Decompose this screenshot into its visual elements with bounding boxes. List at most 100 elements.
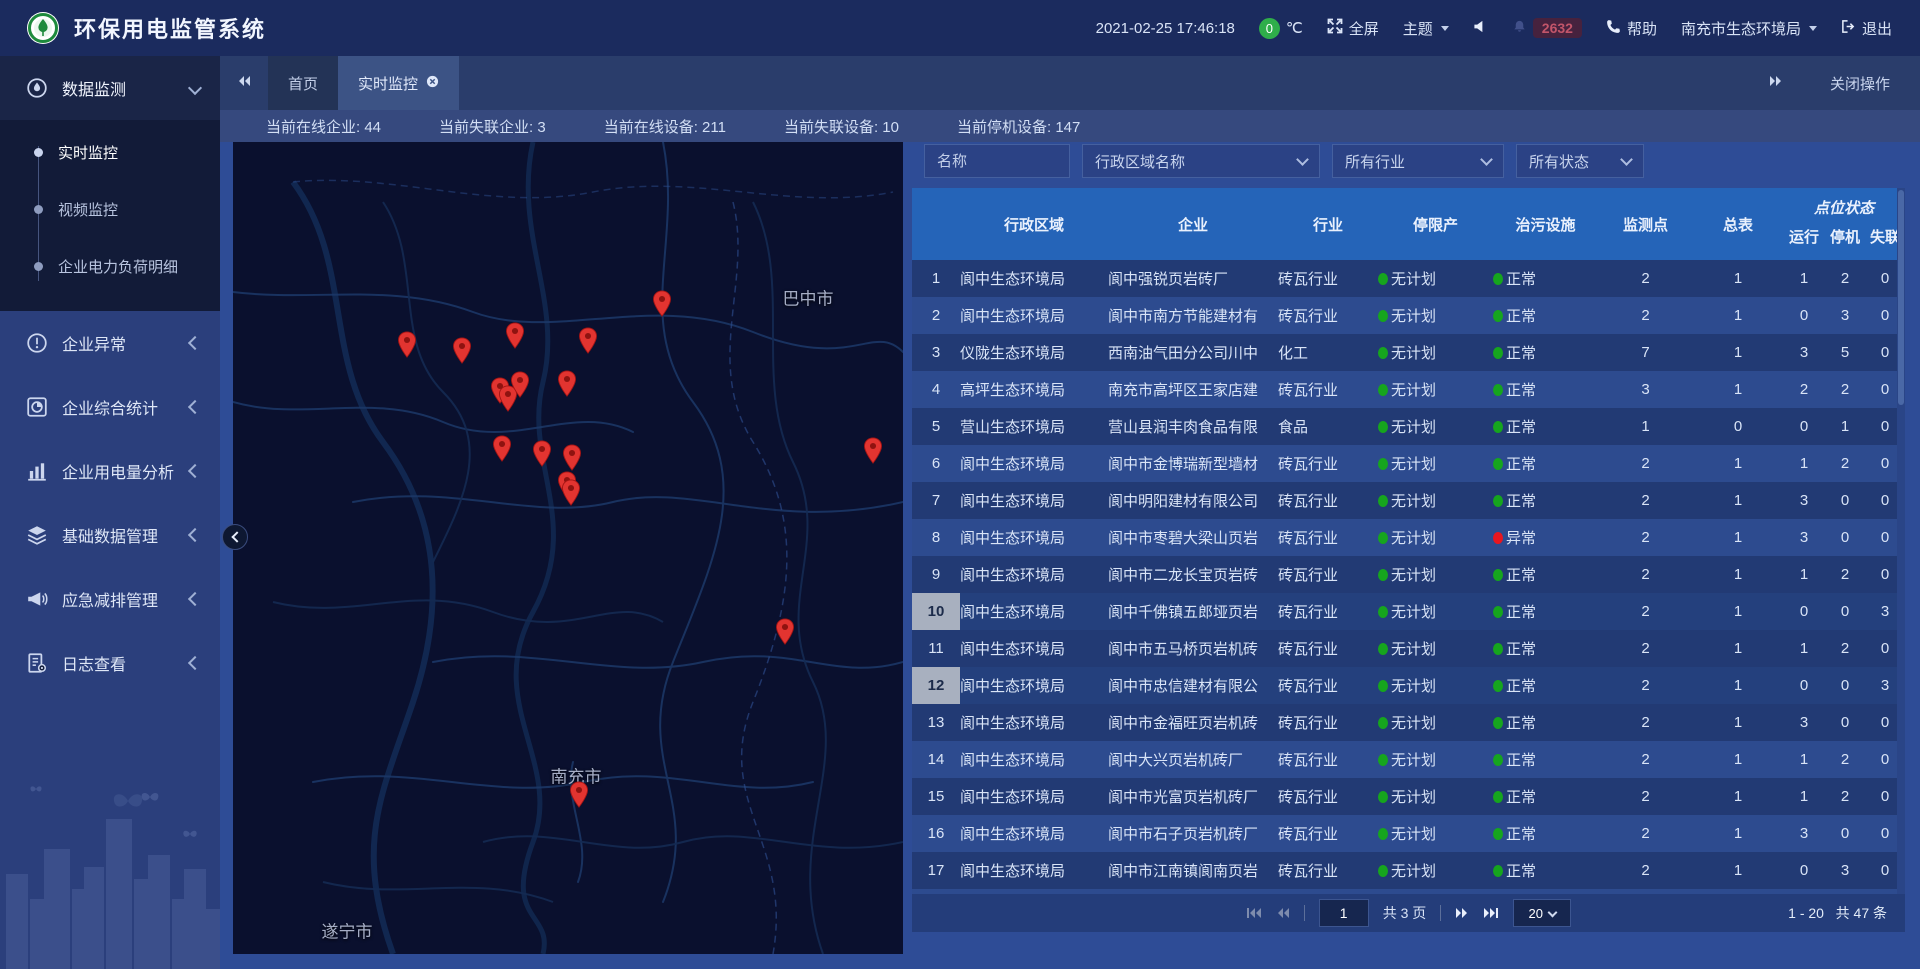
notification-button[interactable]: 2632	[1512, 18, 1582, 38]
scrollbar-thumb[interactable]	[1898, 190, 1904, 405]
map-marker-pin-icon[interactable]	[505, 322, 525, 349]
map-marker-pin-icon[interactable]	[652, 290, 672, 317]
map-marker-pin-icon[interactable]	[775, 618, 795, 645]
page-size-select[interactable]: 20	[1513, 899, 1571, 927]
row-number-cell: 12	[912, 667, 960, 704]
facility-cell-label: 正常	[1506, 826, 1536, 843]
sidebar-subitem[interactable]: 实时监控	[0, 124, 220, 181]
table-row[interactable]: 13阆中生态环境局阆中市金福旺页岩机砖砖瓦行业无计划正常21300	[912, 704, 1905, 741]
sidebar-group-item[interactable]: 基础数据管理	[0, 503, 220, 567]
close-operations-button[interactable]: 关闭操作	[1830, 73, 1890, 94]
map-marker-pin-icon[interactable]	[863, 437, 883, 464]
map-marker-pin-icon[interactable]	[532, 440, 552, 467]
chevron-left-icon	[188, 528, 202, 542]
table-row[interactable]: 11阆中生态环境局阆中市五马桥页岩机砖砖瓦行业无计划正常21120	[912, 630, 1905, 667]
company-cell: 阆中强锐页岩砖厂	[1108, 260, 1278, 297]
name-search-input[interactable]	[924, 144, 1070, 178]
tab-item[interactable]: 实时监控	[338, 56, 459, 110]
facility-cell-label: 正常	[1506, 863, 1536, 880]
collapse-panel-button[interactable]	[222, 524, 248, 550]
table-row[interactable]: 2阆中生态环境局阆中市南方节能建材有砖瓦行业无计划正常21030	[912, 297, 1905, 334]
facility-cell-label: 正常	[1506, 789, 1536, 806]
theme-menu[interactable]: 主题	[1403, 18, 1449, 39]
tab-close-icon[interactable]	[426, 75, 439, 92]
table-row[interactable]: 7阆中生态环境局阆中明阳建材有限公司砖瓦行业无计划正常21300	[912, 482, 1905, 519]
industry-select[interactable]: 所有行业	[1332, 144, 1504, 178]
stop-cell: 0	[1825, 593, 1865, 630]
table-row[interactable]: 12阆中生态环境局阆中市忠信建材有限公砖瓦行业无计划正常21003	[912, 667, 1905, 704]
sidebar-group-item[interactable]: 企业综合统计	[0, 375, 220, 439]
sound-button[interactable]	[1473, 19, 1488, 38]
sidebar-group-item[interactable]: 应急减排管理	[0, 567, 220, 631]
map-marker-pin-icon[interactable]	[569, 781, 589, 808]
row-number-cell: 8	[912, 519, 960, 556]
map-marker-pin-icon[interactable]	[397, 331, 417, 358]
industry-cell: 砖瓦行业	[1278, 593, 1378, 630]
prev-page-button[interactable]	[1276, 907, 1290, 919]
last-page-button[interactable]	[1483, 907, 1499, 919]
map-marker-pin-icon[interactable]	[510, 371, 530, 398]
facility-cell-label: 正常	[1506, 345, 1536, 362]
double-chevron-right-icon	[1769, 74, 1783, 92]
table-row[interactable]: 10阆中生态环境局阆中千佛镇五郎垭页岩砖瓦行业无计划正常21003	[912, 593, 1905, 630]
company-cell: 阆中市光富页岩机砖厂	[1108, 778, 1278, 815]
table-row[interactable]: 6阆中生态环境局阆中市金博瑞新型墙材砖瓦行业无计划正常21120	[912, 445, 1905, 482]
run-cell: 1	[1783, 556, 1825, 593]
map-marker-pin-icon[interactable]	[452, 337, 472, 364]
map-marker-pin-icon[interactable]	[562, 444, 582, 471]
table-row[interactable]: 4高坪生态环境局南充市高坪区王家店建砖瓦行业无计划正常31220	[912, 371, 1905, 408]
table-row[interactable]: 17阆中生态环境局阆中市江南镇阆南页岩砖瓦行业无计划正常21030	[912, 852, 1905, 889]
sidebar-subitem[interactable]: 企业电力负荷明细	[0, 238, 220, 295]
run-cell: 1	[1783, 630, 1825, 667]
facility-cell-label: 正常	[1506, 308, 1536, 325]
facility-cell: 正常	[1493, 778, 1598, 815]
table-row[interactable]: 3仪陇生态环境局西南油气田分公司川中化工无计划正常71350	[912, 334, 1905, 371]
sidebar-subitem[interactable]: 视频监控	[0, 181, 220, 238]
column-header: 行政区域	[960, 188, 1108, 260]
help-button[interactable]: 帮助	[1606, 18, 1657, 39]
table-row[interactable]: 16阆中生态环境局阆中市石子页岩机砖厂砖瓦行业无计划正常21300	[912, 815, 1905, 852]
industry-cell: 砖瓦行业	[1278, 519, 1378, 556]
facility-cell: 正常	[1493, 297, 1598, 334]
exit-icon	[1841, 19, 1856, 38]
table-row[interactable]: 15阆中生态环境局阆中市光富页岩机砖厂砖瓦行业无计划正常21120	[912, 778, 1905, 815]
map-marker-pin-icon[interactable]	[557, 370, 577, 397]
first-page-button[interactable]	[1246, 907, 1262, 919]
table-row[interactable]: 14阆中生态环境局阆中大兴页岩机砖厂砖瓦行业无计划正常21120	[912, 741, 1905, 778]
sidebar-group-item[interactable]: 数据监测	[0, 56, 220, 120]
stop-limit-cell: 无计划	[1378, 371, 1493, 408]
tab-item[interactable]: 首页	[268, 56, 338, 110]
company-cell: 阆中市金博瑞新型墙材	[1108, 445, 1278, 482]
table-row[interactable]: 1阆中生态环境局阆中强锐页岩砖厂砖瓦行业无计划正常21120	[912, 260, 1905, 297]
run-cell: 0	[1783, 297, 1825, 334]
facility-cell-label: 正常	[1506, 678, 1536, 695]
page-number-input[interactable]	[1319, 899, 1369, 927]
table-row[interactable]: 8阆中生态环境局阆中市枣碧大梁山页岩砖瓦行业无计划异常21300	[912, 519, 1905, 556]
stop-cell: 0	[1825, 519, 1865, 556]
map-marker-pin-icon[interactable]	[492, 435, 512, 462]
status-dot-green-icon	[1493, 791, 1503, 803]
sidebar-group-item[interactable]: 企业用电量分析	[0, 439, 220, 503]
map-marker-pin-icon[interactable]	[561, 479, 581, 506]
tabs-scroll-left-button[interactable]	[220, 56, 268, 110]
table-row[interactable]: 9阆中生态环境局阆中市二龙长宝页岩砖砖瓦行业无计划正常21120	[912, 556, 1905, 593]
app-title: 环保用电监管系统	[74, 12, 266, 44]
status-select[interactable]: 所有状态	[1516, 144, 1644, 178]
table-scrollbar[interactable]	[1897, 188, 1905, 894]
status-dot-green-icon	[1378, 717, 1388, 729]
run-cell: 0	[1783, 408, 1825, 445]
status-dot-green-icon	[1378, 495, 1388, 507]
fullscreen-button[interactable]: 全屏	[1327, 18, 1379, 39]
table-row[interactable]: 5营山生态环境局营山县润丰肉食品有限食品无计划正常10010	[912, 408, 1905, 445]
next-page-button[interactable]	[1455, 907, 1469, 919]
company-cell: 西南油气田分公司川中	[1108, 334, 1278, 371]
logout-button[interactable]: 退出	[1841, 18, 1892, 39]
map-marker-pin-icon[interactable]	[578, 327, 598, 354]
sidebar-group-item[interactable]: 企业异常	[0, 311, 220, 375]
status-dot-green-icon	[1378, 458, 1388, 470]
sidebar-group-item[interactable]: 日志查看	[0, 631, 220, 695]
region-select[interactable]: 行政区域名称	[1082, 144, 1320, 178]
tabs-scroll-right-button[interactable]	[1752, 74, 1800, 92]
map-panel[interactable]: 巴中市南充市遂宁市	[233, 142, 903, 954]
user-org-menu[interactable]: 南充市生态环境局	[1681, 18, 1817, 39]
